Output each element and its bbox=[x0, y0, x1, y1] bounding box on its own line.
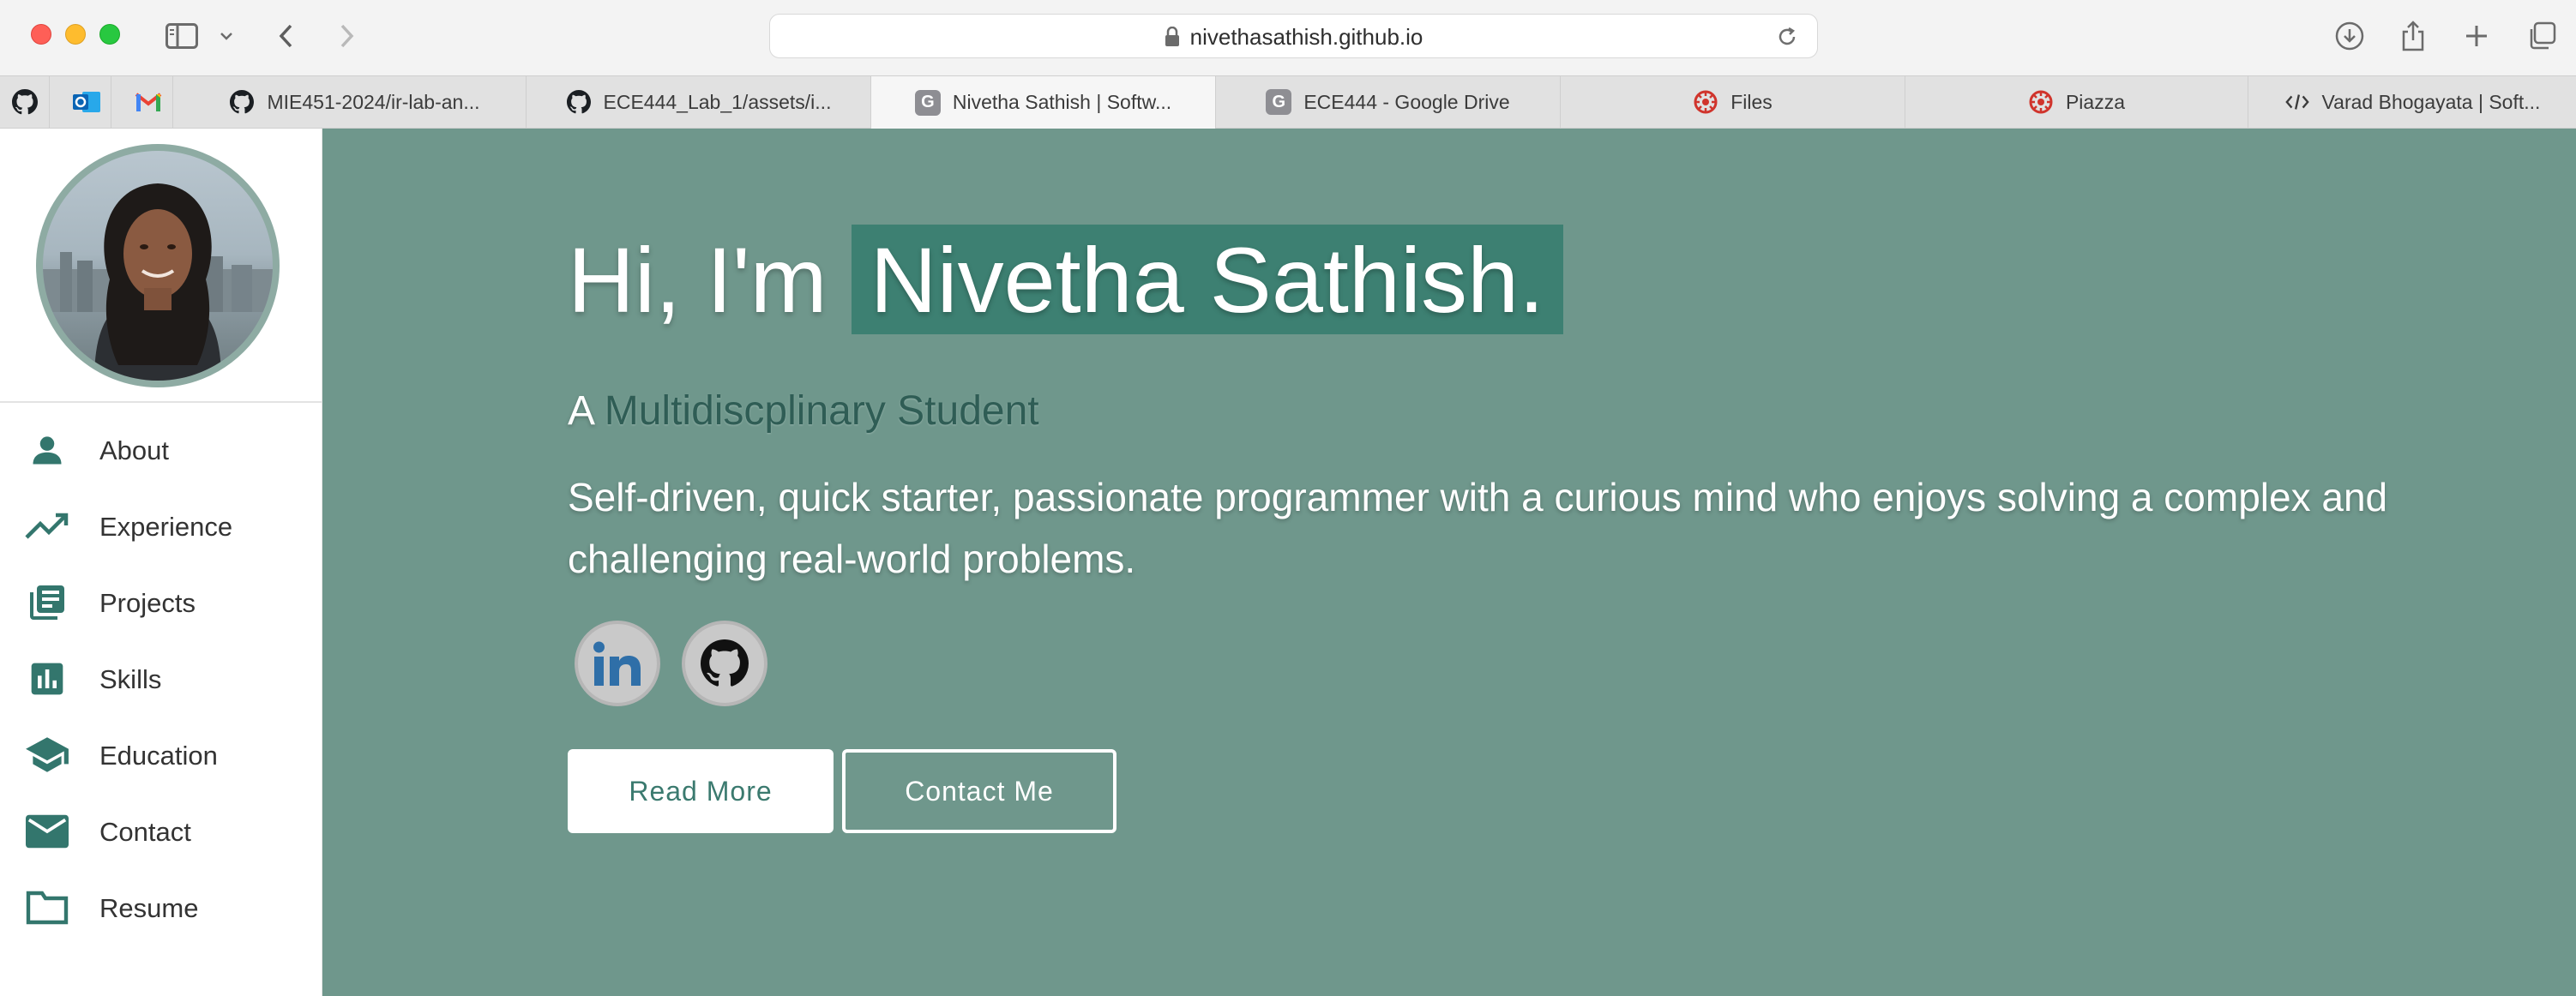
sidebar-item-label: Resume bbox=[99, 893, 199, 923]
outlook-icon bbox=[72, 92, 100, 112]
sidebar-divider bbox=[0, 401, 322, 403]
tab-label: Piazza bbox=[2065, 90, 2126, 113]
contact-me-button[interactable]: Contact Me bbox=[842, 749, 1116, 833]
avatar bbox=[36, 144, 280, 387]
tab-mie451[interactable]: MIE451-2024/ir-lab-an... bbox=[184, 76, 527, 128]
browser-toolbar: nivethasathish.github.io bbox=[0, 0, 2576, 75]
bar-chart-icon bbox=[24, 659, 70, 699]
pinned-tab-gmail[interactable] bbox=[123, 76, 173, 128]
back-arrow-icon[interactable] bbox=[273, 17, 298, 55]
trending-up-icon bbox=[24, 507, 70, 546]
sidebar-item-projects[interactable]: Projects bbox=[0, 573, 322, 633]
lock-icon bbox=[1165, 27, 1179, 46]
downloads-icon[interactable] bbox=[2332, 17, 2367, 55]
g-icon: G bbox=[1266, 89, 1292, 115]
tab-label: Files bbox=[1730, 90, 1773, 113]
person-icon bbox=[24, 430, 70, 470]
tab-label: ECE444 - Google Drive bbox=[1303, 90, 1510, 113]
quercus-icon bbox=[2028, 89, 2054, 115]
sidebar-toggle-icon[interactable] bbox=[163, 17, 201, 55]
sidebar-item-skills[interactable]: Skills bbox=[0, 649, 322, 709]
sidebar-item-label: Contact bbox=[99, 817, 191, 847]
reload-icon[interactable] bbox=[1776, 26, 1798, 52]
tab-nivetha-portfolio[interactable]: G Nivetha Sathish | Softw... bbox=[871, 76, 1216, 129]
github-icon bbox=[701, 639, 749, 687]
chevron-down-icon[interactable] bbox=[216, 17, 237, 55]
minimize-window-button[interactable] bbox=[65, 24, 86, 45]
mail-icon bbox=[24, 812, 70, 851]
share-icon[interactable] bbox=[2398, 17, 2429, 55]
sidebar-item-resume[interactable]: Resume bbox=[0, 878, 322, 938]
tab-bar: MIE451-2024/ir-lab-an... ECE444_Lab_1/as… bbox=[0, 75, 2576, 129]
tab-label: MIE451-2024/ir-lab-an... bbox=[267, 90, 480, 113]
github-icon bbox=[566, 89, 592, 115]
read-more-button[interactable]: Read More bbox=[568, 749, 834, 833]
greeting-prefix: Hi, I'm bbox=[568, 227, 828, 332]
hero-name: Nivetha Sathish. bbox=[851, 225, 1564, 334]
github-icon bbox=[229, 89, 255, 115]
subtitle-role: Multidiscplinary Student bbox=[604, 388, 1039, 434]
code-icon bbox=[2284, 89, 2310, 115]
quercus-icon bbox=[1693, 89, 1718, 115]
pinned-tab-github[interactable] bbox=[0, 76, 50, 128]
tab-files[interactable]: Files bbox=[1561, 76, 1905, 128]
tab-ece444-lab[interactable]: ECE444_Lab_1/assets/i... bbox=[527, 76, 871, 128]
subtitle-prefix: A bbox=[568, 388, 593, 434]
sidebar: About Experience Projects Skills Educati… bbox=[0, 129, 322, 996]
sidebar-item-education[interactable]: Education bbox=[0, 725, 322, 785]
sidebar-item-label: Projects bbox=[99, 588, 196, 618]
sidebar-item-label: Education bbox=[99, 741, 218, 771]
gmail-icon bbox=[135, 93, 161, 111]
sidebar-item-about[interactable]: About bbox=[0, 420, 322, 480]
zoom-window-button[interactable] bbox=[99, 24, 120, 45]
library-books-icon bbox=[24, 583, 70, 622]
tab-google-drive[interactable]: G ECE444 - Google Drive bbox=[1216, 76, 1561, 128]
tab-label: Varad Bhogayata | Soft... bbox=[2321, 90, 2541, 113]
tab-label: ECE444_Lab_1/assets/i... bbox=[603, 90, 832, 113]
hero-subtitle: A Multidiscplinary Student bbox=[568, 387, 1039, 435]
address-bar[interactable]: nivethasathish.github.io bbox=[769, 14, 1818, 58]
g-icon: G bbox=[914, 89, 941, 116]
hero-description: Self-driven, quick starter, passionate p… bbox=[568, 475, 2388, 581]
school-icon bbox=[24, 735, 70, 775]
hero-heading: Hi, I'm Nivetha Sathish. bbox=[568, 225, 1564, 334]
new-tab-icon[interactable] bbox=[2461, 17, 2492, 55]
tab-piazza[interactable]: Piazza bbox=[1905, 76, 2248, 128]
github-icon bbox=[11, 89, 38, 115]
sidebar-item-label: About bbox=[99, 435, 170, 465]
sidebar-item-label: Skills bbox=[99, 664, 162, 694]
tab-overview-icon[interactable] bbox=[2525, 17, 2559, 55]
close-window-button[interactable] bbox=[31, 24, 51, 45]
tab-varad-portfolio[interactable]: Varad Bhogayata | Soft... bbox=[2248, 76, 2576, 128]
sidebar-item-contact[interactable]: Contact bbox=[0, 801, 322, 861]
forward-arrow-icon[interactable] bbox=[334, 17, 360, 55]
linkedin-icon bbox=[593, 641, 641, 686]
sidebar-item-experience[interactable]: Experience bbox=[0, 496, 322, 556]
url-text: nivethasathish.github.io bbox=[1189, 23, 1423, 50]
folder-icon bbox=[24, 888, 70, 927]
linkedin-link[interactable] bbox=[575, 621, 660, 706]
pinned-tab-outlook[interactable] bbox=[62, 76, 111, 128]
sidebar-item-label: Experience bbox=[99, 512, 233, 542]
github-link[interactable] bbox=[682, 621, 767, 706]
hero-section: Hi, I'm Nivetha Sathish. A Multidiscplin… bbox=[322, 129, 2576, 996]
tab-label: Nivetha Sathish | Softw... bbox=[952, 91, 1172, 113]
